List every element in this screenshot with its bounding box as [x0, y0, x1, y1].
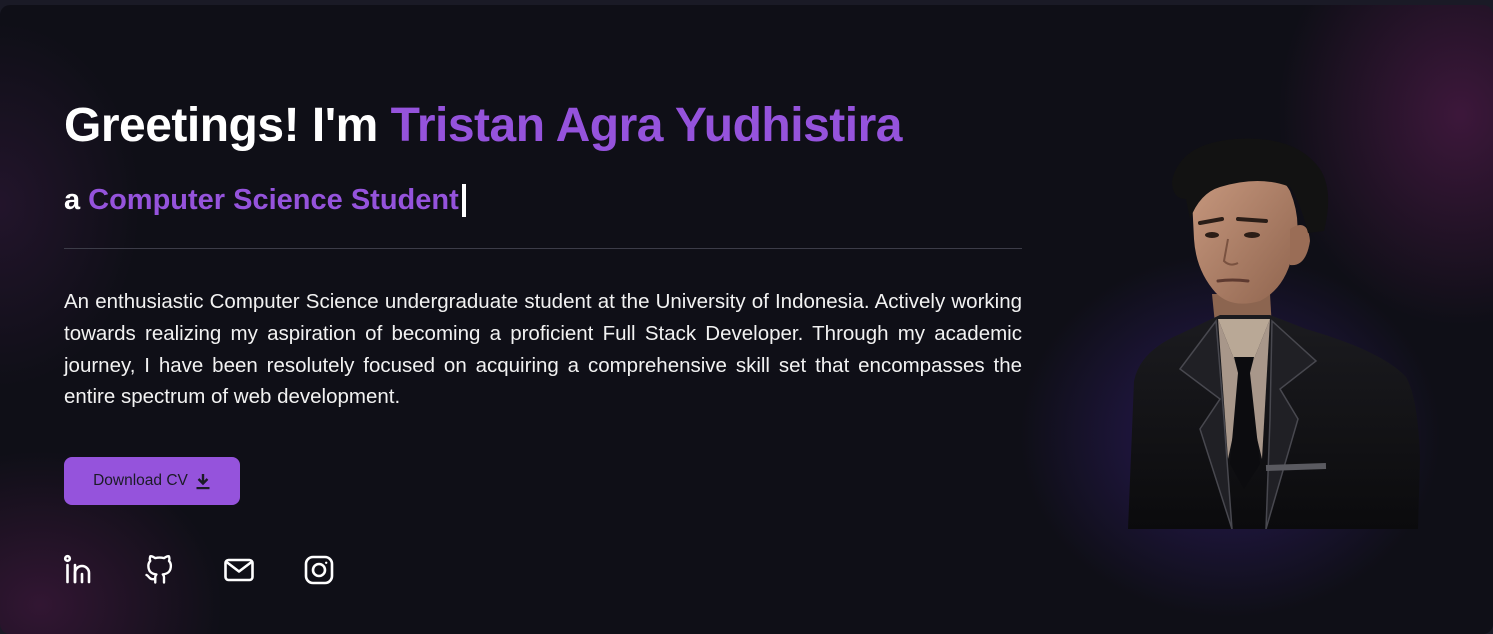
divider [64, 248, 1022, 249]
mail-icon [224, 558, 254, 582]
github-link[interactable] [143, 554, 175, 586]
typing-caret [461, 184, 466, 217]
bio-paragraph: An enthusiastic Computer Science undergr… [64, 290, 1022, 409]
email-link[interactable] [223, 554, 255, 586]
github-icon [145, 555, 173, 584]
download-cv-label: Download CV [93, 472, 188, 489]
hero-name: Tristan Agra Yudhistira [390, 99, 903, 152]
hero-title: Greetings! I'm Tristan Agra Yudhistira [64, 98, 902, 153]
profile-photo [1128, 138, 1420, 529]
linkedin-icon [63, 554, 91, 584]
instagram-icon [304, 555, 334, 585]
greeting-text: Greetings! I'm [64, 99, 378, 152]
hero-card: Greetings! I'm Tristan Agra Yudhistira a… [0, 5, 1493, 634]
download-cv-button[interactable]: Download CV [64, 457, 240, 505]
role-prefix: a [64, 184, 81, 216]
social-links [63, 554, 383, 586]
role-text: Computer Science Student [88, 184, 459, 216]
hero-subtitle: a Computer Science Student [64, 184, 466, 217]
linkedin-link[interactable] [63, 554, 95, 586]
instagram-link[interactable] [303, 554, 335, 586]
download-icon [196, 473, 210, 489]
